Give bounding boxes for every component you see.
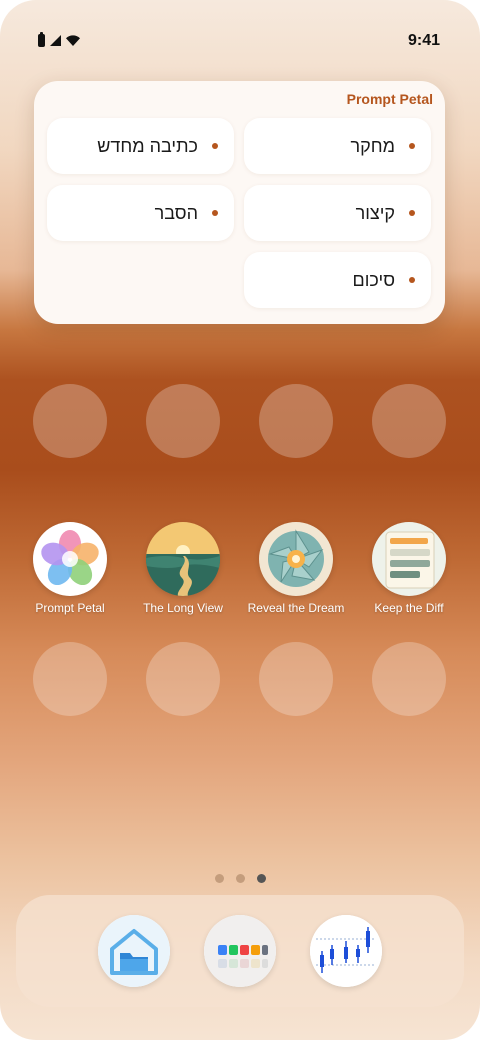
page-dot[interactable]	[214, 874, 224, 883]
wifi-icon	[66, 35, 80, 46]
widget-item-shorten[interactable]: קיצור	[244, 185, 431, 241]
home-screen: 9:41 Prompt Petal מחקר כתיבה מחדש קיצור …	[0, 0, 480, 1040]
app-reveal-the-dream[interactable]: Reveal the Dream	[240, 522, 352, 615]
empty-app-slot	[146, 642, 220, 716]
battery-icon	[38, 32, 45, 47]
empty-app-slot	[33, 642, 107, 716]
bullet-icon	[212, 143, 218, 149]
page-dot[interactable]	[235, 874, 245, 883]
widget-item-label: קיצור	[355, 202, 395, 223]
status-time: 9:41	[407, 32, 440, 49]
flower-icon	[33, 522, 107, 596]
widget-item-explain[interactable]: הסבר	[47, 185, 234, 241]
empty-app-slot	[372, 642, 446, 716]
bullet-icon	[409, 210, 415, 216]
color-swatches-icon[interactable]	[204, 915, 276, 987]
empty-app-slot	[259, 384, 333, 458]
widget-item-label: מחקר	[350, 135, 395, 156]
status-icons	[38, 32, 80, 47]
page-indicator[interactable]	[0, 874, 480, 883]
empty-app-slot	[259, 642, 333, 716]
bullet-icon	[409, 143, 415, 149]
empty-app-slot	[146, 384, 220, 458]
app-prompt-petal[interactable]: Prompt Petal	[14, 522, 126, 615]
widget-item-label: סיכום	[352, 269, 395, 290]
app-keep-the-diff[interactable]: Keep the Diff	[353, 522, 465, 615]
dock	[16, 895, 464, 1007]
empty-app-slot	[372, 384, 446, 458]
app-label: Prompt Petal	[35, 601, 105, 615]
app-the-long-view[interactable]: The Long View	[127, 522, 239, 615]
widget-item-label: כתיבה מחדש	[97, 135, 198, 156]
empty-app-slot	[33, 384, 107, 458]
widget-item-rewrite[interactable]: כתיבה מחדש	[47, 118, 234, 174]
status-bar: 9:41	[0, 0, 480, 80]
signal-icon	[50, 35, 61, 46]
widget-title: Prompt Petal	[346, 91, 433, 107]
bullet-icon	[409, 277, 415, 283]
files-folder-icon[interactable]	[98, 915, 170, 987]
bullet-icon	[212, 210, 218, 216]
prompt-petal-widget[interactable]: Prompt Petal מחקר כתיבה מחדש קיצור הסבר …	[34, 81, 445, 324]
app-label: The Long View	[143, 601, 223, 615]
candlestick-chart-icon[interactable]	[310, 915, 382, 987]
widget-item-label: הסבר	[154, 202, 198, 223]
page-dot-active[interactable]	[256, 874, 266, 883]
widget-item-research[interactable]: מחקר	[244, 118, 431, 174]
winding-road-icon	[146, 522, 220, 596]
document-diff-icon	[372, 522, 446, 596]
app-label: Keep the Diff	[374, 601, 444, 615]
aperture-icon	[259, 522, 333, 596]
app-label: Reveal the Dream	[247, 601, 345, 615]
widget-item-summary[interactable]: סיכום	[244, 252, 431, 308]
